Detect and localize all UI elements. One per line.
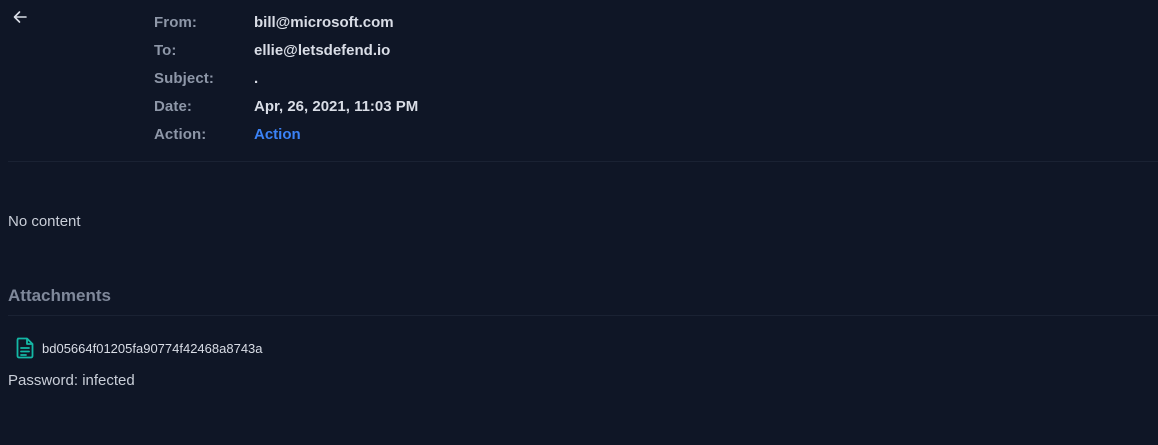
subject-label: Subject: bbox=[154, 69, 214, 87]
attachment-file-name: bd05664f01205fa90774f42468a8743a bbox=[42, 340, 263, 356]
header-divider bbox=[8, 161, 1158, 162]
to-value: ellie@letsdefend.io bbox=[254, 41, 391, 59]
header-row-to: To: ellie@letsdefend.io bbox=[154, 36, 418, 64]
header-row-action: Action: Action bbox=[154, 120, 418, 148]
header-row-from: From: bill@microsoft.com bbox=[154, 8, 418, 36]
header-row-date: Date: Apr, 26, 2021, 11:03 PM bbox=[154, 92, 418, 120]
attachments-divider bbox=[8, 315, 1158, 316]
email-viewer: From: bill@microsoft.com To: ellie@letsd… bbox=[0, 0, 1158, 445]
attachments-heading: Attachments bbox=[8, 286, 111, 305]
from-label: From: bbox=[154, 13, 197, 31]
date-value: Apr, 26, 2021, 11:03 PM bbox=[254, 97, 419, 115]
file-document-icon bbox=[14, 336, 36, 360]
attachment-password: Password: infected bbox=[8, 372, 135, 389]
header-row-subject: Subject: . bbox=[154, 64, 418, 92]
attachment-item[interactable]: bd05664f01205fa90774f42468a8743a bbox=[14, 336, 263, 360]
arrow-left-icon bbox=[12, 9, 28, 25]
email-header: From: bill@microsoft.com To: ellie@letsd… bbox=[154, 8, 418, 148]
date-label: Date: bbox=[154, 97, 193, 115]
email-body: No content bbox=[8, 213, 81, 230]
action-link[interactable]: Action bbox=[254, 126, 301, 143]
to-label: To: bbox=[154, 41, 177, 59]
from-value: bill@microsoft.com bbox=[254, 13, 394, 31]
back-button[interactable] bbox=[10, 7, 30, 27]
subject-value: . bbox=[254, 69, 259, 87]
action-label: Action: bbox=[154, 125, 207, 143]
